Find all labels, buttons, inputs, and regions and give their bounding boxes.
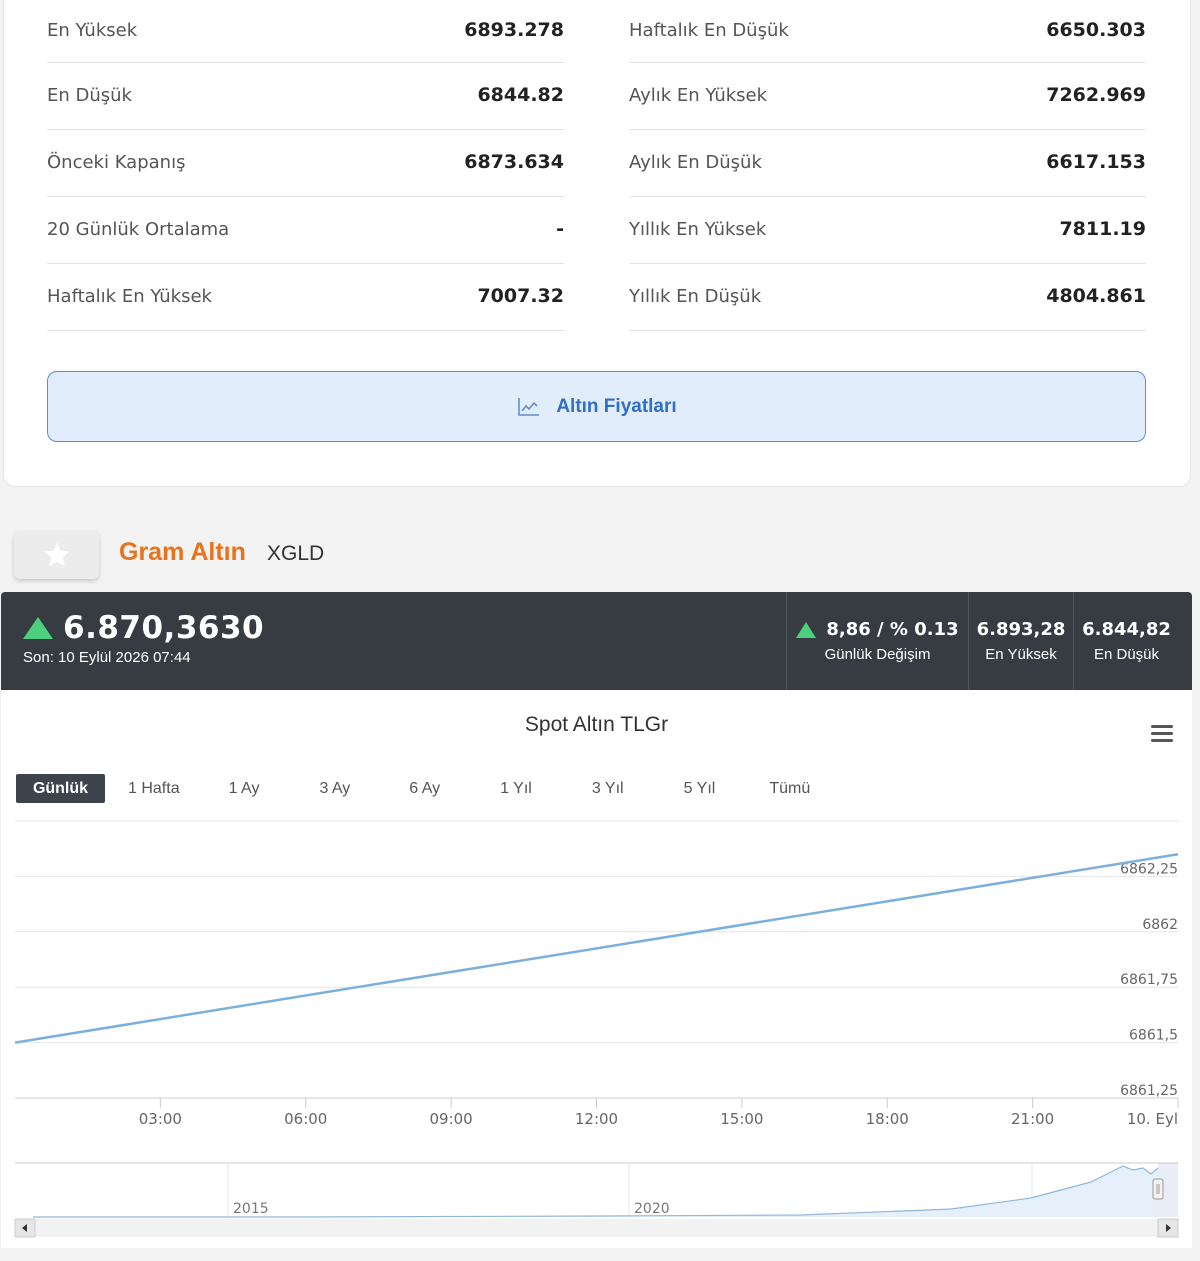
y-tick-label: 6862 <box>1142 917 1178 933</box>
day-low-value: 6.844,82 <box>1082 619 1171 640</box>
x-tick-label: 09:00 <box>430 1110 473 1128</box>
stat-value: 6873.634 <box>464 151 564 173</box>
navigator-area <box>33 1166 1158 1217</box>
day-high-value: 6.893,28 <box>976 619 1066 640</box>
stat-row: Yıllık En Yüksek 7811.19 <box>629 197 1146 264</box>
stat-label: En Düşük <box>47 84 132 106</box>
x-tick-label: 21:00 <box>1011 1110 1054 1128</box>
stat-label: Yıllık En Yüksek <box>629 218 767 240</box>
price-value: 6.870,3630 <box>63 610 265 646</box>
favorite-button[interactable] <box>14 531 99 579</box>
price-bar: 6.870,3630 Son: 10 Eylül 2026 07:44 8,86… <box>1 592 1192 690</box>
navigator-year-dividers <box>227 1163 1033 1217</box>
y-tick-label: 6861,25 <box>1120 1083 1178 1099</box>
daily-change-label: Günlük Değişim <box>824 646 931 663</box>
navigator-handle[interactable] <box>1152 1178 1164 1200</box>
stat-row: Aylık En Düşük 6617.153 <box>629 130 1146 197</box>
stats-column-left: En Yüksek 6893.278 En Düşük 6844.82 Önceki… <box>47 0 564 331</box>
chart-panel: Spot Altın TLGr Günlük 1 Hafta 1 Ay 3 Ay… <box>1 690 1192 1248</box>
stat-value: 4804.861 <box>1046 285 1146 307</box>
stat-value: 6893.278 <box>464 19 564 41</box>
stat-row: Haftalık En Düşük 6650.303 <box>629 0 1146 63</box>
x-tick-label: 15:00 <box>720 1110 763 1128</box>
last-update-time: Son: 10 Eylül 2026 07:44 <box>23 649 191 666</box>
day-low-cell: 6.844,82 En Düşük <box>1073 592 1179 690</box>
line-chart-icon <box>516 396 542 418</box>
stat-value: 7007.32 <box>477 285 564 307</box>
y-tick-label: 6861,5 <box>1129 1028 1178 1044</box>
current-price: 6.870,3630 <box>23 610 264 646</box>
stat-row: En Yüksek 6893.278 <box>47 0 564 63</box>
y-tick-label: 6861,75 <box>1120 972 1178 988</box>
y-tick-label: 6862,25 <box>1120 861 1178 877</box>
stat-value: 7262.969 <box>1046 84 1146 106</box>
stat-label: Aylık En Yüksek <box>629 84 768 106</box>
day-high-label: En Yüksek <box>985 646 1057 663</box>
x-tick-label: 06:00 <box>284 1110 327 1128</box>
stat-value: 6650.303 <box>1046 19 1146 41</box>
day-high-cell: 6.893,28 En Yüksek <box>968 592 1073 690</box>
x-tick-label: 18:00 <box>866 1110 909 1128</box>
stat-value: 6844.82 <box>477 84 564 106</box>
x-tick-label: 03:00 <box>139 1110 182 1128</box>
stat-row: Yıllık En Düşük 4804.861 <box>629 264 1146 331</box>
stats-card: En Yüksek 6893.278 En Düşük 6844.82 Önceki… <box>3 0 1191 487</box>
stats-column-right: Haftalık En Düşük 6650.303 Aylık En Yükse… <box>629 0 1146 331</box>
stat-row: En Düşük 6844.82 <box>47 63 564 130</box>
stat-label: Önceki Kapanış <box>47 151 186 173</box>
scrollbar-track[interactable] <box>15 1219 1178 1237</box>
stat-value: 6617.153 <box>1046 151 1146 173</box>
stat-row: Aylık En Yüksek 7262.969 <box>629 63 1146 130</box>
gold-prices-button[interactable]: Altın Fiyatları <box>47 371 1146 442</box>
price-series-line <box>14 853 1179 1044</box>
stat-row: 20 Günlük Ortalama - <box>47 197 564 264</box>
up-arrow-icon <box>23 617 53 639</box>
up-arrow-icon <box>796 621 817 638</box>
navigator-year-label: 2015 <box>233 1201 269 1217</box>
instrument-name: Gram Altın <box>119 538 246 566</box>
stat-label: 20 Günlük Ortalama <box>47 218 230 240</box>
stat-value: - <box>556 218 564 240</box>
instrument-code: XGLD <box>267 542 325 565</box>
navigator-year-label: 2020 <box>634 1201 670 1217</box>
gold-prices-button-label: Altın Fiyatları <box>556 395 677 417</box>
day-low-label: En Düşük <box>1093 646 1160 663</box>
stat-row: Haftalık En Yüksek 7007.32 <box>47 264 564 331</box>
stat-row: Önceki Kapanış 6873.634 <box>47 130 564 197</box>
stat-value: 7811.19 <box>1059 218 1146 240</box>
star-icon <box>44 542 69 567</box>
price-line-chart[interactable]: 6862,25 6862 6861,75 6861,5 6861,25 03:00 06:… <box>1 690 1192 1248</box>
x-tick-label: 12:00 <box>575 1110 618 1128</box>
x-tick-label: 10. Eyl <box>1127 1110 1178 1128</box>
stat-label: En Yüksek <box>47 19 138 41</box>
stat-label: Haftalık En Yüksek <box>47 285 212 307</box>
stat-label: Yıllık En Düşük <box>629 285 762 307</box>
stat-label: Aylık En Düşük <box>629 151 762 173</box>
stat-label: Haftalık En Düşük <box>629 19 789 41</box>
daily-change-value: 8,86 / % 0.13 <box>826 619 959 640</box>
daily-change-cell: 8,86 / % 0.13 Günlük Değişim <box>786 592 968 690</box>
